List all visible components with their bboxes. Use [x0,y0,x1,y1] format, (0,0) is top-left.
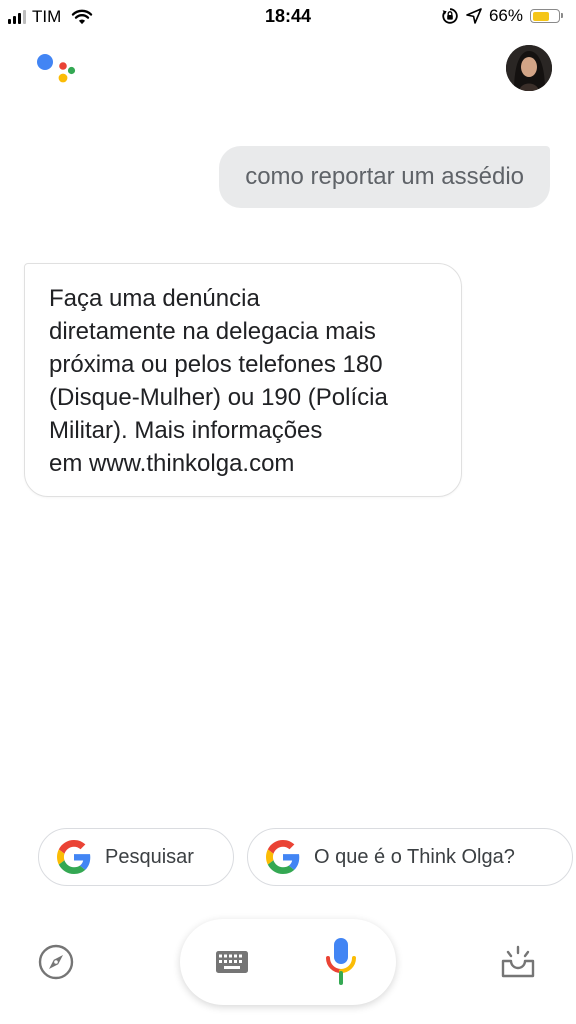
orientation-lock-icon [442,8,458,24]
updates-inbox-icon[interactable] [500,945,536,979]
reply-line: Militar). Mais informações [49,417,323,444]
reply-line: diretamente na delegacia mais [49,318,376,345]
reply-line: (Disque-Mulher) ou 190 (Polícia [49,384,388,411]
keyboard-icon[interactable] [216,951,248,973]
suggestion-chip-pesquisar[interactable]: Pesquisar [38,828,234,886]
user-avatar[interactable] [506,45,552,91]
chip-label: Pesquisar [105,845,194,868]
microphone-icon[interactable] [325,937,357,987]
reply-line: Faça uma denúncia [49,285,260,312]
chip-label: O que é o Think Olga? [314,845,515,868]
user-query-bubble: como reportar um assédio [219,146,550,208]
google-assistant-logo-icon [37,54,76,83]
explore-compass-icon[interactable] [37,943,75,981]
reply-line: próxima ou pelos telefones 180 [49,351,383,378]
google-g-icon [57,840,91,874]
reply-line: em www.thinkolga.com [49,450,295,477]
assistant-reply-bubble: Faça uma denúncia diretamente na delegac… [24,263,462,497]
battery-fill [532,11,549,21]
battery-percent: 66% [488,6,523,25]
location-arrow-icon [466,8,482,24]
battery-icon [530,9,563,23]
suggestion-chip-think-olga[interactable]: O que é o Think Olga? [247,828,573,886]
status-right: 66% [441,6,563,26]
status-bar: TIM 18:44 66% [0,0,576,34]
avatar-photo-icon [506,45,552,91]
input-bar [180,919,396,1005]
google-g-icon [266,840,300,874]
